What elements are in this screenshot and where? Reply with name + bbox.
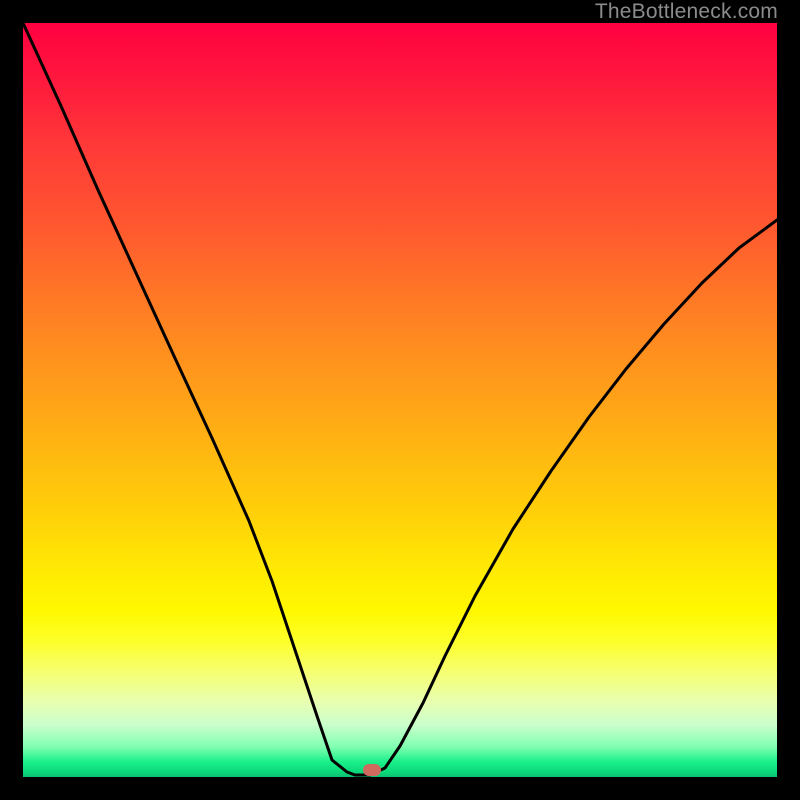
watermark: TheBottleneck.com: [595, 0, 778, 24]
curve-path: [23, 23, 777, 775]
plot-area: [23, 23, 777, 777]
optimal-marker: [363, 764, 381, 776]
bottleneck-curve: [23, 23, 777, 777]
